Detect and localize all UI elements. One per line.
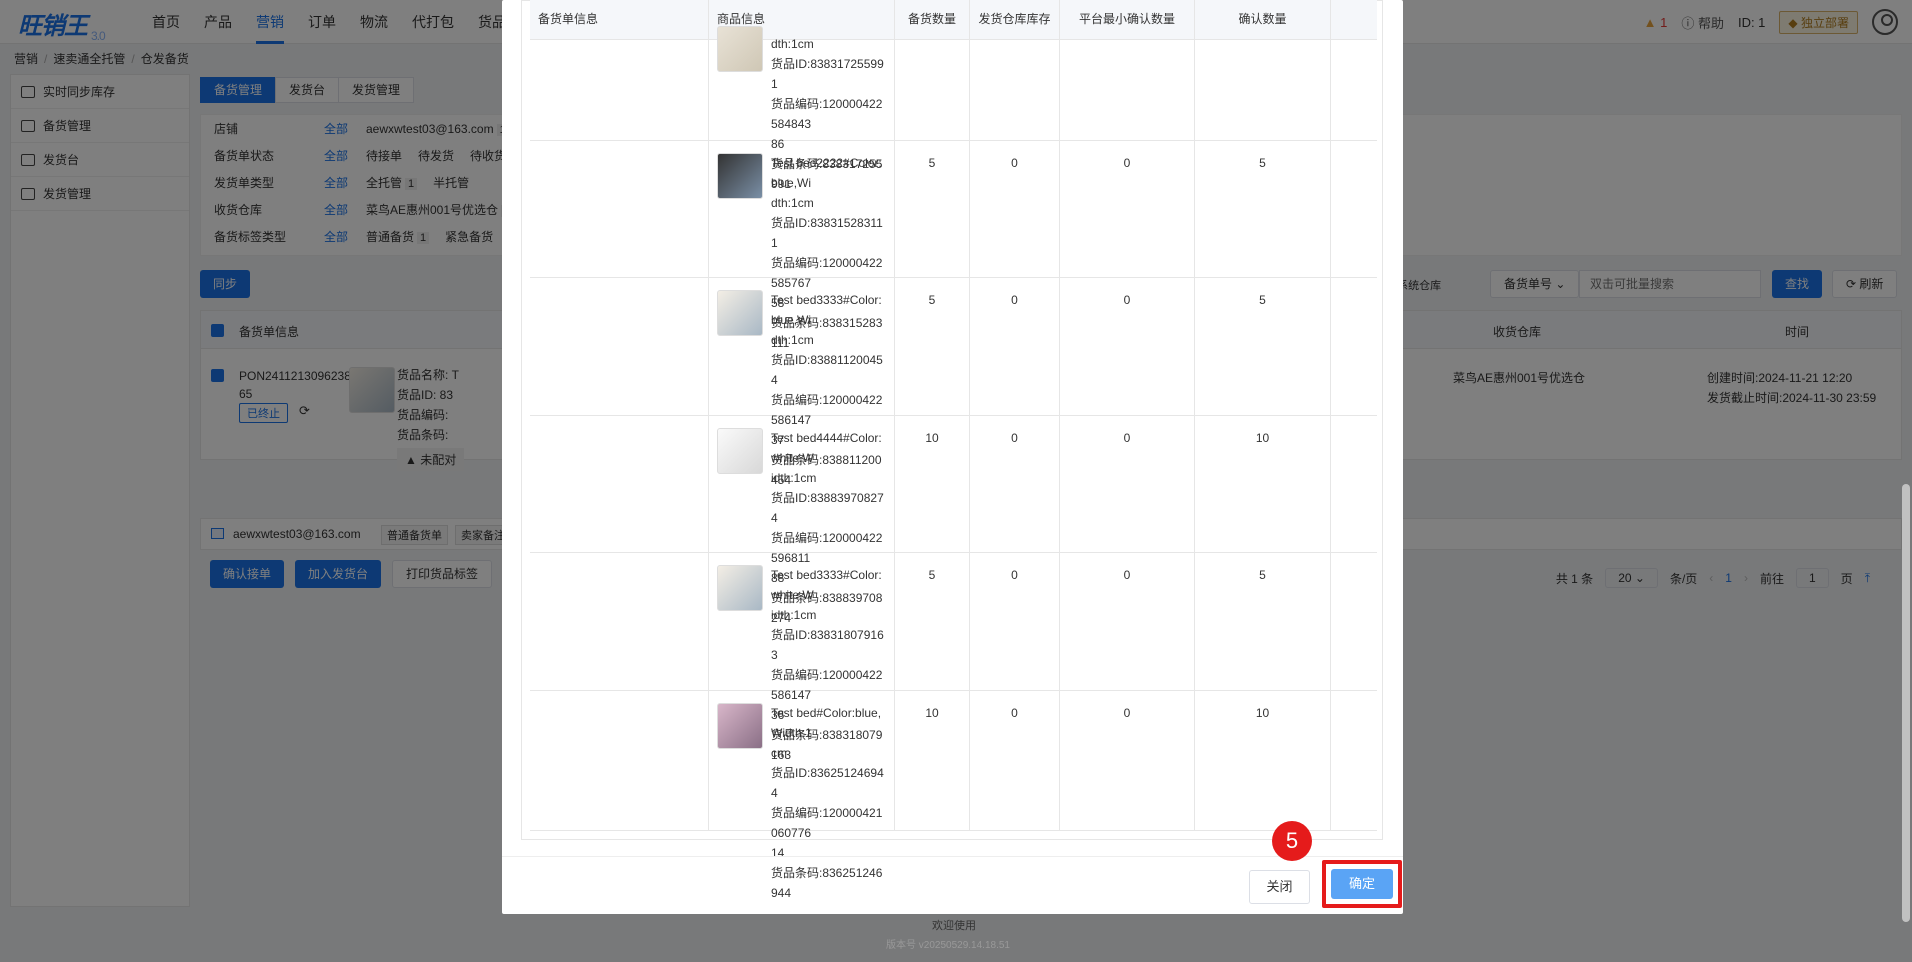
col-warehouse-stock: 发货仓库库存 bbox=[970, 0, 1060, 40]
product-code: 货品编码:120000422584843 bbox=[771, 97, 883, 131]
product-cell: dth:1cm 货品ID:838317255991 货品编码:120000422… bbox=[709, 26, 895, 191]
min-cell: 0 bbox=[1060, 141, 1195, 277]
col-confirm-qty: 确认数量 bbox=[1195, 0, 1331, 40]
order-info-cell bbox=[530, 40, 709, 140]
product-cell: Test bed3333#Color:blue,Wi dth:1cm 货品ID:… bbox=[709, 278, 895, 487]
min-cell: 0 bbox=[1060, 553, 1195, 690]
col-order-info: 备货单信息 bbox=[530, 0, 709, 40]
close-button[interactable]: 关闭 bbox=[1249, 870, 1310, 904]
qty-cell: 10 bbox=[895, 691, 970, 830]
table-row: Test bed3333#Color:white,W idth:1cm 货品ID… bbox=[530, 553, 1377, 762]
product-info: Test bed2222#Color:blue,Wi dth:1cm 货品ID:… bbox=[771, 153, 886, 350]
product-info: Test bed3333#Color:blue,Wi dth:1cm 货品ID:… bbox=[771, 290, 886, 487]
product-id: 货品ID:838811200454 bbox=[771, 353, 883, 387]
product-name-cont: idth:1cm bbox=[771, 608, 817, 622]
confirm-cell[interactable]: 10 bbox=[1195, 691, 1331, 830]
product-name-cont: cm bbox=[771, 746, 787, 760]
min-cell: 0 bbox=[1060, 691, 1195, 830]
product-thumbnail bbox=[717, 428, 763, 474]
stock-cell: 0 bbox=[970, 416, 1060, 552]
order-info-cell bbox=[530, 141, 709, 277]
product-name: Test bed4444#Color:white,W bbox=[771, 431, 882, 465]
product-info: dth:1cm 货品ID:838317255991 货品编码:120000422… bbox=[771, 34, 886, 191]
product-thumbnail bbox=[717, 290, 763, 336]
confirm-cell bbox=[1195, 40, 1331, 140]
order-info-cell bbox=[530, 691, 709, 830]
step-marker: 5 bbox=[1272, 821, 1312, 861]
confirm-highlight: 确定 bbox=[1322, 860, 1402, 908]
product-name-cont: idth:1cm bbox=[771, 471, 817, 485]
product-id: 货品ID:836251246944 bbox=[771, 766, 884, 800]
min-cell bbox=[1060, 40, 1195, 140]
product-id: 货品ID:838839708274 bbox=[771, 491, 884, 525]
product-name: Test bed3333#Color:white,W bbox=[771, 568, 882, 602]
product-name-cont: dth:1cm bbox=[771, 333, 814, 347]
product-info: Test bed3333#Color:white,W idth:1cm 货品ID… bbox=[771, 565, 886, 762]
product-info: Test bed#Color:blue,Width:1 cm 货品ID:8362… bbox=[771, 703, 886, 900]
stock-cell: 0 bbox=[970, 141, 1060, 277]
table-row: Test bed4444#Color:white,W idth:1cm 货品ID… bbox=[530, 416, 1377, 625]
product-id: 货品ID:838317255991 bbox=[771, 57, 884, 91]
confirm-button[interactable]: 确定 bbox=[1331, 869, 1393, 899]
product-thumbnail bbox=[717, 153, 763, 199]
product-cell: Test bed3333#Color:white,W idth:1cm 货品ID… bbox=[709, 553, 895, 762]
product-thumbnail bbox=[717, 26, 763, 72]
col-stock-qty: 备货数量 bbox=[895, 0, 970, 40]
footer-welcome: 欢迎使用 bbox=[932, 920, 976, 932]
product-info: Test bed4444#Color:white,W idth:1cm 货品ID… bbox=[771, 428, 886, 625]
confirm-cell[interactable]: 5 bbox=[1195, 141, 1331, 277]
product-name: Test bed3333#Color:blue,Wi bbox=[771, 293, 882, 327]
product-line: dth:1cm bbox=[771, 37, 814, 51]
min-cell: 0 bbox=[1060, 278, 1195, 415]
table-row: Test bed#Color:blue,Width:1 cm 货品ID:8362… bbox=[530, 691, 1377, 900]
confirm-cell[interactable]: 5 bbox=[1195, 278, 1331, 415]
footer-version: 版本号 v20250529.14.18.51 bbox=[886, 940, 1010, 951]
product-cell: Test bed4444#Color:white,W idth:1cm 货品ID… bbox=[709, 416, 895, 625]
product-code: 货品编码:120000421060776 bbox=[771, 806, 883, 840]
min-cell: 0 bbox=[1060, 416, 1195, 552]
modal-table-header: 备货单信息 商品信息 备货数量 发货仓库库存 平台最小确认数量 确认数量 bbox=[530, 0, 1377, 40]
col-min-confirm: 平台最小确认数量 bbox=[1060, 0, 1195, 40]
qty-cell: 5 bbox=[895, 141, 970, 277]
qty-cell: 5 bbox=[895, 278, 970, 415]
confirm-cell[interactable]: 5 bbox=[1195, 553, 1331, 690]
product-cell: Test bed2222#Color:blue,Wi dth:1cm 货品ID:… bbox=[709, 141, 895, 350]
confirm-cell[interactable]: 10 bbox=[1195, 416, 1331, 552]
page-scrollbar[interactable] bbox=[1902, 484, 1910, 922]
product-name: Test bed#Color:blue,Width:1 bbox=[771, 706, 882, 740]
order-info-cell bbox=[530, 416, 709, 552]
order-info-cell bbox=[530, 553, 709, 690]
qty-cell: 5 bbox=[895, 553, 970, 690]
product-name-cont: dth:1cm bbox=[771, 196, 814, 210]
table-row: Test bed3333#Color:blue,Wi dth:1cm 货品ID:… bbox=[530, 278, 1377, 487]
product-id: 货品ID:838315283111 bbox=[771, 216, 883, 250]
qty-cell: 10 bbox=[895, 416, 970, 552]
product-cell: Test bed#Color:blue,Width:1 cm 货品ID:8362… bbox=[709, 691, 895, 900]
stock-cell: 0 bbox=[970, 553, 1060, 690]
product-thumbnail bbox=[717, 565, 763, 611]
product-thumbnail bbox=[717, 703, 763, 749]
order-info-cell bbox=[530, 278, 709, 415]
qty-cell bbox=[895, 40, 970, 140]
stock-cell: 0 bbox=[970, 691, 1060, 830]
table-row: Test bed2222#Color:blue,Wi dth:1cm 货品ID:… bbox=[530, 141, 1377, 350]
product-name: Test bed2222#Color:blue,Wi bbox=[771, 156, 882, 190]
table-row: dth:1cm 货品ID:838317255991 货品编码:120000422… bbox=[530, 26, 1377, 191]
confirm-modal: 备货单信息 商品信息 备货数量 发货仓库库存 平台最小确认数量 确认数量 dth… bbox=[502, 0, 1403, 914]
stock-cell: 0 bbox=[970, 278, 1060, 415]
product-id: 货品ID:838318079163 bbox=[771, 628, 884, 662]
stock-cell bbox=[970, 40, 1060, 140]
